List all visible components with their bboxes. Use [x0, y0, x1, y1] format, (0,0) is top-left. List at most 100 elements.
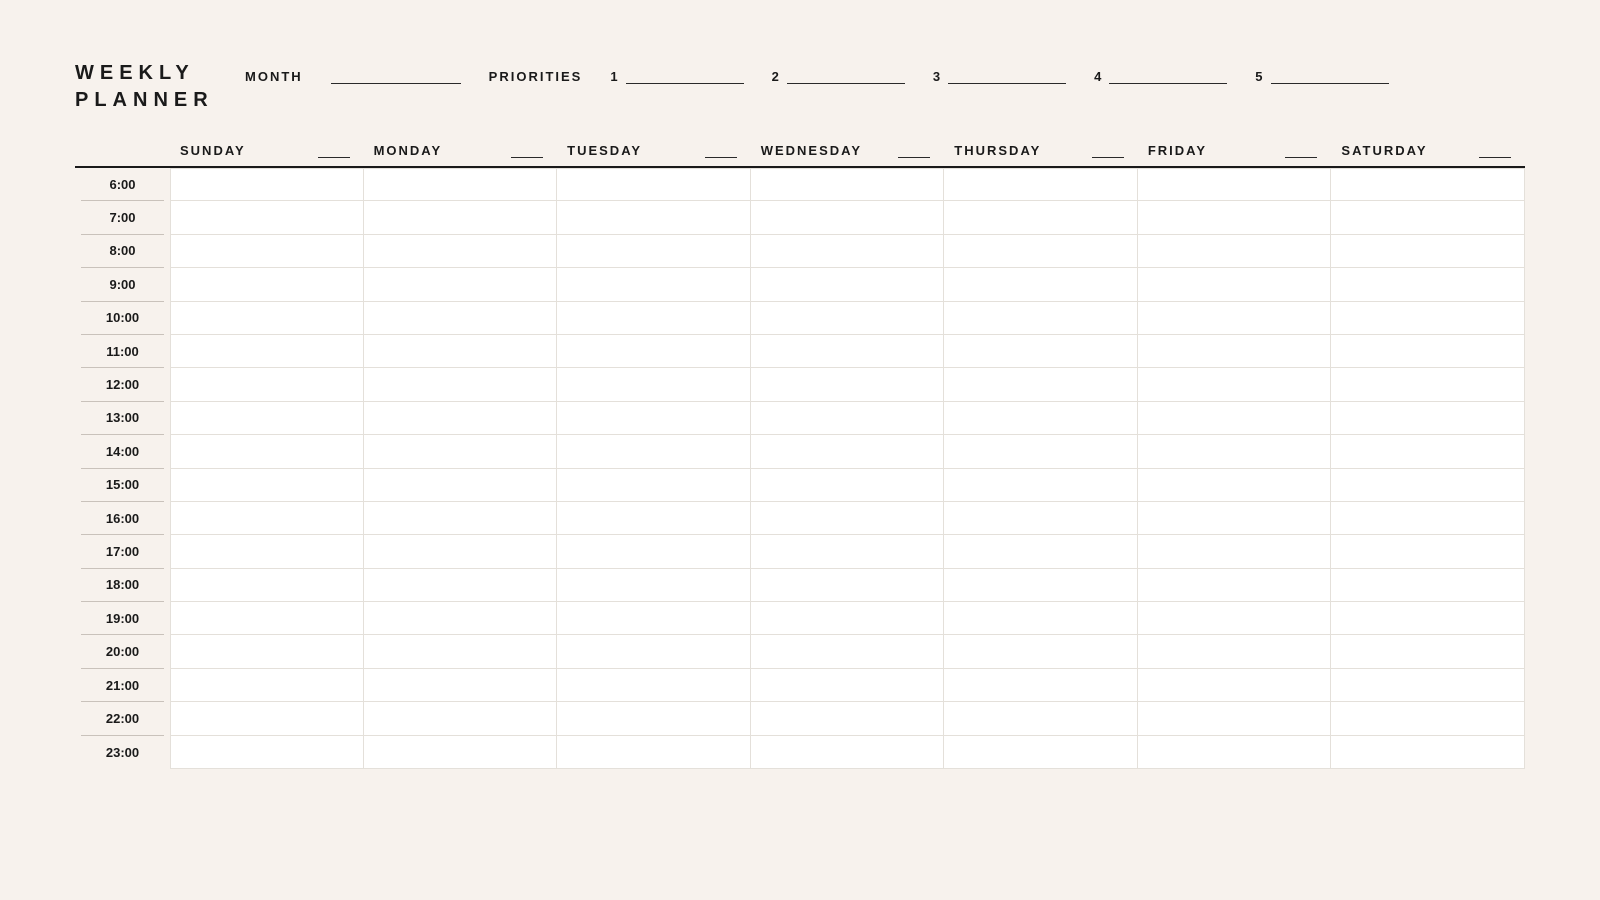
- schedule-slot[interactable]: [364, 535, 558, 568]
- schedule-slot[interactable]: [557, 669, 751, 702]
- schedule-slot[interactable]: [557, 569, 751, 602]
- priority-4-input[interactable]: [1109, 64, 1227, 84]
- schedule-slot[interactable]: [364, 502, 558, 535]
- schedule-slot[interactable]: [170, 368, 364, 401]
- schedule-slot[interactable]: [1138, 168, 1332, 201]
- schedule-slot[interactable]: [557, 535, 751, 568]
- schedule-slot[interactable]: [1138, 335, 1332, 368]
- schedule-slot[interactable]: [1138, 569, 1332, 602]
- schedule-slot[interactable]: [1138, 268, 1332, 301]
- schedule-slot[interactable]: [944, 402, 1138, 435]
- schedule-slot[interactable]: [751, 469, 945, 502]
- schedule-slot[interactable]: [364, 635, 558, 668]
- schedule-slot[interactable]: [170, 235, 364, 268]
- schedule-slot[interactable]: [944, 201, 1138, 234]
- schedule-slot[interactable]: [1138, 302, 1332, 335]
- schedule-slot[interactable]: [944, 702, 1138, 735]
- schedule-slot[interactable]: [364, 302, 558, 335]
- day-date-input[interactable]: [898, 142, 930, 158]
- schedule-slot[interactable]: [364, 268, 558, 301]
- schedule-slot[interactable]: [170, 302, 364, 335]
- schedule-slot[interactable]: [944, 168, 1138, 201]
- schedule-slot[interactable]: [1138, 402, 1332, 435]
- schedule-slot[interactable]: [170, 268, 364, 301]
- schedule-slot[interactable]: [557, 368, 751, 401]
- schedule-slot[interactable]: [1138, 602, 1332, 635]
- schedule-slot[interactable]: [944, 602, 1138, 635]
- day-date-input[interactable]: [705, 142, 737, 158]
- schedule-slot[interactable]: [944, 736, 1138, 769]
- schedule-slot[interactable]: [1331, 602, 1525, 635]
- schedule-slot[interactable]: [364, 368, 558, 401]
- schedule-slot[interactable]: [751, 669, 945, 702]
- schedule-slot[interactable]: [557, 168, 751, 201]
- schedule-slot[interactable]: [1331, 502, 1525, 535]
- schedule-slot[interactable]: [1331, 168, 1525, 201]
- schedule-slot[interactable]: [1138, 201, 1332, 234]
- day-date-input[interactable]: [318, 142, 350, 158]
- schedule-slot[interactable]: [1331, 669, 1525, 702]
- schedule-slot[interactable]: [751, 736, 945, 769]
- schedule-slot[interactable]: [557, 602, 751, 635]
- schedule-slot[interactable]: [364, 736, 558, 769]
- schedule-slot[interactable]: [944, 235, 1138, 268]
- schedule-slot[interactable]: [751, 335, 945, 368]
- schedule-slot[interactable]: [751, 268, 945, 301]
- schedule-slot[interactable]: [1331, 469, 1525, 502]
- schedule-slot[interactable]: [751, 168, 945, 201]
- priority-3-input[interactable]: [948, 64, 1066, 84]
- schedule-slot[interactable]: [944, 635, 1138, 668]
- priority-2-input[interactable]: [787, 64, 905, 84]
- priority-5-input[interactable]: [1271, 64, 1389, 84]
- schedule-slot[interactable]: [1331, 736, 1525, 769]
- schedule-slot[interactable]: [1331, 335, 1525, 368]
- schedule-slot[interactable]: [751, 201, 945, 234]
- schedule-slot[interactable]: [944, 302, 1138, 335]
- schedule-slot[interactable]: [1331, 268, 1525, 301]
- day-date-input[interactable]: [1285, 142, 1317, 158]
- schedule-slot[interactable]: [170, 635, 364, 668]
- schedule-slot[interactable]: [170, 201, 364, 234]
- schedule-slot[interactable]: [557, 335, 751, 368]
- schedule-slot[interactable]: [557, 635, 751, 668]
- schedule-slot[interactable]: [944, 435, 1138, 468]
- month-input[interactable]: [331, 64, 461, 84]
- day-date-input[interactable]: [1092, 142, 1124, 158]
- schedule-slot[interactable]: [1138, 736, 1332, 769]
- schedule-slot[interactable]: [751, 602, 945, 635]
- schedule-slot[interactable]: [944, 268, 1138, 301]
- schedule-slot[interactable]: [751, 635, 945, 668]
- schedule-slot[interactable]: [1331, 435, 1525, 468]
- schedule-slot[interactable]: [751, 302, 945, 335]
- schedule-slot[interactable]: [364, 235, 558, 268]
- schedule-slot[interactable]: [751, 235, 945, 268]
- schedule-slot[interactable]: [364, 402, 558, 435]
- schedule-slot[interactable]: [557, 469, 751, 502]
- schedule-slot[interactable]: [1138, 502, 1332, 535]
- schedule-slot[interactable]: [1138, 635, 1332, 668]
- schedule-slot[interactable]: [1138, 435, 1332, 468]
- schedule-slot[interactable]: [1138, 702, 1332, 735]
- schedule-slot[interactable]: [557, 235, 751, 268]
- schedule-slot[interactable]: [364, 168, 558, 201]
- schedule-slot[interactable]: [170, 502, 364, 535]
- schedule-slot[interactable]: [1331, 201, 1525, 234]
- schedule-slot[interactable]: [170, 736, 364, 769]
- schedule-slot[interactable]: [751, 535, 945, 568]
- schedule-slot[interactable]: [1331, 569, 1525, 602]
- schedule-slot[interactable]: [557, 435, 751, 468]
- schedule-slot[interactable]: [170, 168, 364, 201]
- schedule-slot[interactable]: [944, 569, 1138, 602]
- schedule-slot[interactable]: [751, 368, 945, 401]
- schedule-slot[interactable]: [751, 569, 945, 602]
- schedule-slot[interactable]: [364, 469, 558, 502]
- schedule-slot[interactable]: [944, 368, 1138, 401]
- schedule-slot[interactable]: [557, 302, 751, 335]
- schedule-slot[interactable]: [557, 736, 751, 769]
- schedule-slot[interactable]: [751, 402, 945, 435]
- schedule-slot[interactable]: [170, 535, 364, 568]
- schedule-slot[interactable]: [944, 669, 1138, 702]
- schedule-slot[interactable]: [170, 335, 364, 368]
- schedule-slot[interactable]: [364, 435, 558, 468]
- day-date-input[interactable]: [1479, 142, 1511, 158]
